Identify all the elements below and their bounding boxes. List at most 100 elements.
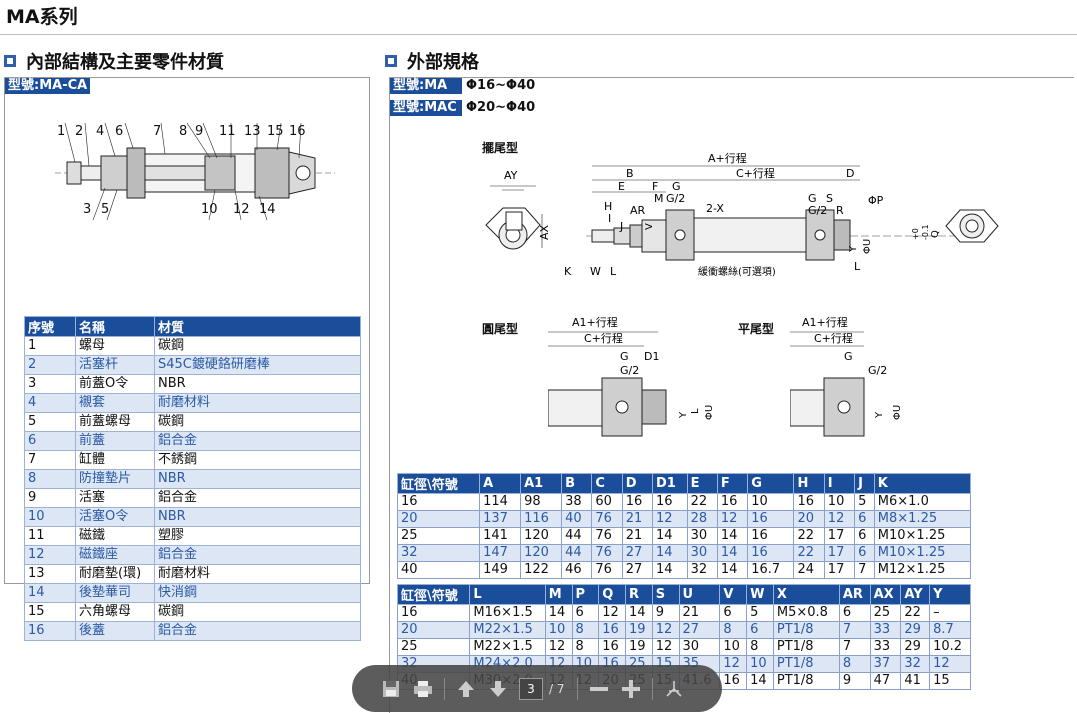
table-cell: 44 [561, 527, 593, 545]
col-header: B [561, 473, 593, 494]
table-cell: 14 [625, 604, 653, 622]
col-header: 缸徑\符號 [396, 473, 481, 494]
col-header: AX [869, 584, 902, 605]
table-cell: 27 [621, 561, 654, 579]
table-cell: 21 [621, 510, 654, 528]
label-a1-stroke-3: A1+行程 [802, 316, 848, 329]
table-cell: 32 [686, 561, 718, 579]
table-cell: 8 [24, 469, 76, 489]
table-cell: 12 [544, 638, 573, 656]
table-cell: 16 [652, 493, 688, 511]
label-phi-p: ΦP [868, 194, 884, 207]
table-cell: 前蓋O令 [75, 374, 155, 394]
label-d: D [846, 167, 854, 180]
label-l-rear: L [854, 260, 861, 273]
table-cell: 21 [621, 527, 654, 545]
table-cell: 快消鋼 [154, 583, 361, 603]
table-cell: 12 [823, 510, 856, 528]
col-header: Q [598, 584, 627, 605]
table-cell: 8 [571, 621, 600, 639]
table-cell: M22×1.5 [469, 638, 546, 656]
table-cell: 33 [869, 621, 902, 639]
table-cell: 14 [652, 544, 688, 562]
table-cell: M5×0.8 [772, 604, 840, 622]
callout-4: 4 [96, 124, 105, 139]
print-button[interactable] [412, 678, 434, 700]
zoom-in-button[interactable] [620, 678, 642, 700]
label-c-stroke-3: C+行程 [814, 332, 853, 345]
table-cell: 16 [719, 672, 748, 690]
table-cell: M16×1.5 [469, 604, 546, 622]
table-cell: 8 [571, 638, 600, 656]
previous-page-button[interactable] [455, 678, 477, 700]
callout-9: 9 [195, 124, 204, 139]
round-tail-drawing: A1+行程 C+行程 G D1 G/2 L Y ΦU [548, 316, 715, 437]
table-cell: PT1/8 [772, 621, 840, 639]
table-row: 16 後蓋 鋁合金 [24, 621, 361, 641]
page-number-input[interactable]: 3 [519, 677, 543, 700]
table-row: 15 六角螺母 碳鋼 [24, 602, 361, 622]
table-cell: 塑膠 [154, 526, 361, 546]
col-header: P [571, 584, 600, 605]
table-cell: 76 [591, 527, 623, 545]
table-row: 14 後墊華司 快消鋼 [24, 583, 361, 603]
label-phi-u-2: ΦU [704, 405, 715, 420]
table-cell: 13 [24, 564, 76, 584]
table-row: 10 活塞O令 NBR [24, 507, 361, 527]
label-y-2: Y [678, 411, 689, 419]
table-row: 40 149 122 46 76 27 14 32 14 16.7 24 17 7 M12×1.25 [396, 561, 972, 579]
table-cell: 16 [598, 638, 627, 656]
table-cell: 25 [396, 527, 481, 545]
label-q-tol-bottom: -0.1 [921, 224, 930, 240]
callout-13: 13 [244, 124, 261, 139]
acrobat-button[interactable] [663, 678, 685, 700]
table-cell: 5 [854, 493, 875, 511]
table-cell: 17 [823, 544, 856, 562]
next-page-button[interactable] [487, 678, 509, 700]
save-button[interactable] [380, 678, 402, 700]
zoom-out-button[interactable] [588, 678, 610, 700]
table-cell: 14 [652, 527, 688, 545]
table-cell: 六角螺母 [75, 602, 155, 622]
label-v: V [644, 223, 655, 230]
table-cell: 98 [520, 493, 563, 511]
label-a-stroke: A+行程 [708, 152, 747, 165]
table-cell: 12 [598, 604, 627, 622]
table-cell: 14 [716, 561, 749, 579]
table-cell: 16 [396, 493, 481, 511]
table-cell: 16.7 [747, 561, 795, 579]
table-cell: 40 [561, 510, 593, 528]
table-cell: 10 [747, 493, 795, 511]
callout-16: 16 [289, 124, 306, 139]
label-k: K [564, 265, 572, 278]
table-cell: 16 [716, 493, 749, 511]
col-header: Y [929, 584, 971, 605]
table-cell: 37 [869, 655, 902, 673]
table-cell: 47 [869, 672, 902, 690]
table-cell: 14 [24, 583, 76, 603]
table-cell: 41 [900, 672, 931, 690]
col-header: J [854, 473, 875, 494]
table-row: 13 耐磨墊(環) 耐磨材料 [24, 564, 361, 584]
table-cell: 16 [747, 527, 795, 545]
table-cell: 29 [900, 638, 931, 656]
table-cell: 7 [24, 450, 76, 470]
table-cell: 16 [598, 621, 627, 639]
label-w: W [590, 265, 601, 278]
table-cell: 12 [651, 621, 680, 639]
minus-icon [589, 686, 608, 691]
label-g-half-3: G/2 [868, 364, 887, 377]
bullet-square-icon [385, 55, 397, 67]
table-cell: 活塞O令 [75, 507, 155, 527]
col-header: M [544, 584, 573, 605]
table-cell: 4 [24, 393, 76, 413]
table-cell: 30 [686, 527, 718, 545]
label-l-2: L [690, 408, 701, 414]
table-cell: 10 [746, 655, 774, 673]
materials-table-body: 1 螺母 碳鋼 2 活塞杆 S45C鍍硬鉻研磨棒 3 前蓋O令 NBR 4 襯套 耐磨材料 5 前蓋螺母碳… [24, 336, 361, 641]
pdf-toolbar: 3 / 7 [352, 665, 722, 712]
table-cell: 30 [686, 544, 718, 562]
table-cell: 2 [24, 355, 76, 375]
table-cell: 活塞杆 [75, 355, 155, 375]
table-cell: 活塞 [75, 488, 155, 508]
